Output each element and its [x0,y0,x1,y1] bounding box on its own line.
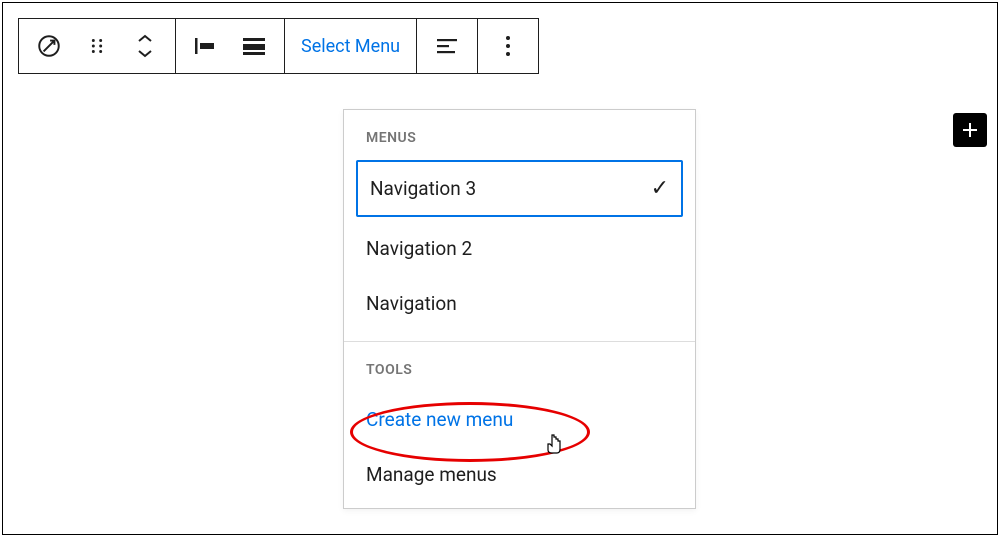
toolbar-group-justify [176,19,285,73]
menu-item-label: Navigation [366,292,457,315]
text-align-icon[interactable] [423,22,471,70]
tool-create-new-menu[interactable]: Create new menu [344,392,695,447]
more-options-icon[interactable] [484,22,532,70]
plus-icon [960,120,980,140]
tools-section-header: TOOLS [344,342,695,392]
editor-frame: Select Menu MENUS [2,2,998,535]
navigation-block-icon[interactable] [25,22,73,70]
block-toolbar: Select Menu [18,18,539,74]
toolbar-group-more [478,19,538,73]
menu-item-label: Navigation 2 [366,237,472,260]
menu-item-navigation[interactable]: Navigation [344,276,695,331]
menu-item-label: Navigation 3 [370,177,476,200]
add-block-button[interactable] [953,113,987,147]
toolbar-group-block [19,19,176,73]
select-menu-button[interactable]: Select Menu [285,19,417,73]
check-icon: ✓ [651,176,669,201]
tool-item-label: Manage menus [366,463,497,486]
menu-item-navigation-3[interactable]: Navigation 3 ✓ [356,160,683,217]
menus-section-header: MENUS [344,110,695,160]
select-menu-dropdown: MENUS Navigation 3 ✓ Navigation 2 Naviga… [343,109,696,509]
menu-item-navigation-2[interactable]: Navigation 2 [344,221,695,276]
tool-manage-menus[interactable]: Manage menus [344,447,695,508]
select-menu-label: Select Menu [301,36,400,57]
tool-item-label: Create new menu [366,408,513,431]
justify-stretch-icon[interactable] [230,22,278,70]
justify-left-icon[interactable] [182,22,230,70]
move-up-down-icon[interactable] [121,22,169,70]
drag-handle-icon[interactable] [73,22,121,70]
toolbar-group-align [417,19,478,73]
